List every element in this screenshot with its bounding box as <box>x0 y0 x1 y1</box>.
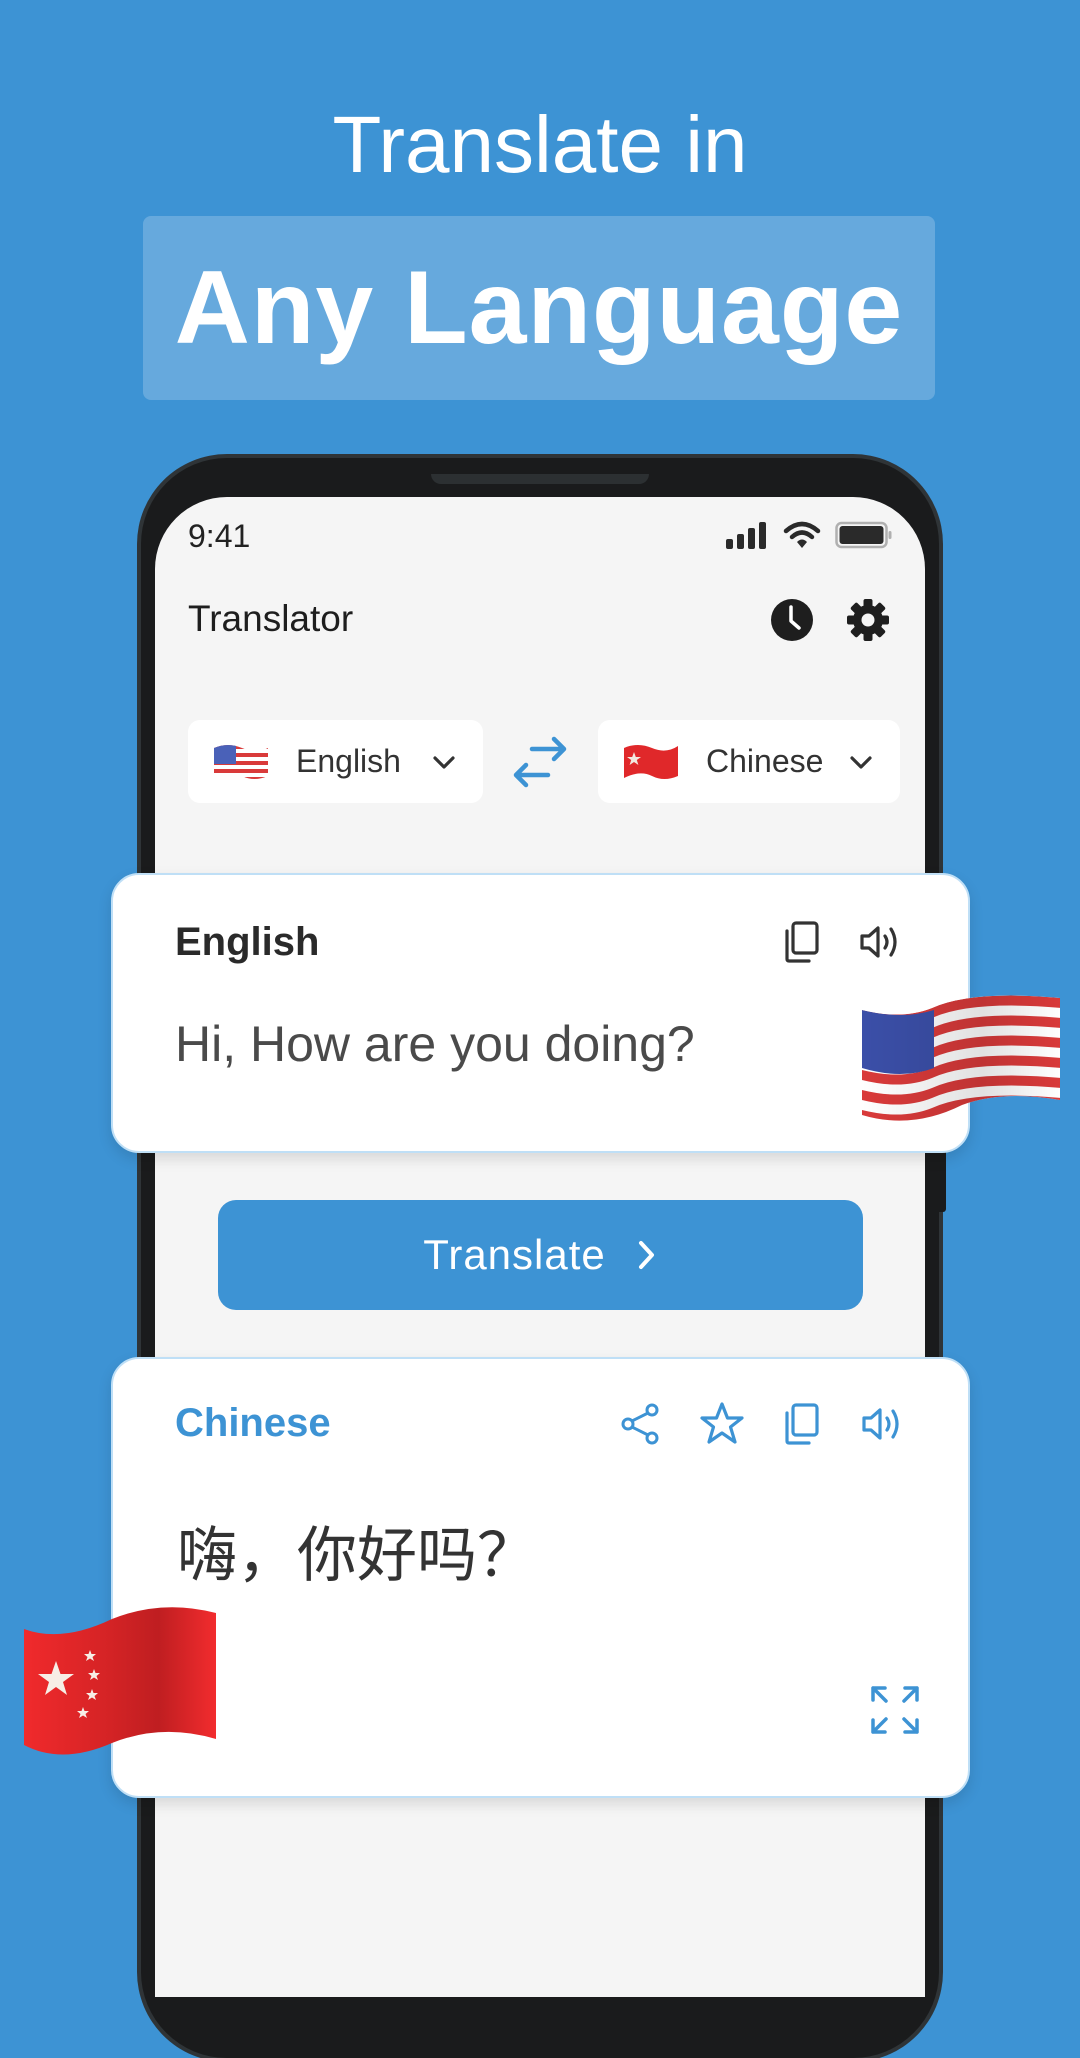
source-text-input[interactable]: Hi, How are you doing? <box>175 1015 695 1073</box>
target-language-dropdown[interactable]: Chinese <box>598 720 900 803</box>
speaker-icon[interactable] <box>859 1401 905 1447</box>
source-language-dropdown[interactable]: English <box>188 720 483 803</box>
result-card-language: Chinese <box>175 1401 331 1445</box>
china-flag-icon <box>624 744 678 779</box>
chevron-right-icon <box>638 1241 654 1269</box>
wifi-icon <box>783 521 821 548</box>
copy-icon[interactable] <box>779 1401 825 1447</box>
translate-button-label: Translate <box>423 1231 606 1278</box>
result-text-card: Chinese 嗨，你好吗？ <box>111 1357 970 1798</box>
chevron-down-icon <box>850 755 872 769</box>
swap-arrows-icon[interactable] <box>510 735 570 789</box>
source-card-language: English <box>175 920 320 964</box>
promo-headline-emphasis: Any Language <box>174 249 904 366</box>
star-icon[interactable] <box>699 1401 745 1447</box>
translate-button[interactable]: Translate <box>218 1200 863 1310</box>
clock-icon[interactable] <box>769 597 815 643</box>
translated-text: 嗨，你好吗？ <box>177 1521 537 1591</box>
gear-icon[interactable] <box>845 597 891 643</box>
us-flag-icon <box>214 744 268 779</box>
status-icons <box>725 520 893 550</box>
promo-headline: Translate in <box>332 100 748 189</box>
battery-icon <box>835 521 892 549</box>
expand-icon[interactable] <box>869 1684 921 1736</box>
speaker-icon[interactable] <box>857 919 903 965</box>
status-time: 9:41 <box>188 518 251 554</box>
signal-icon <box>726 522 766 549</box>
app-title: Translator <box>188 598 354 639</box>
source-text-card: English Hi, How are you doing? <box>111 873 970 1153</box>
chevron-down-icon <box>433 755 455 769</box>
phone-side-button <box>938 1150 946 1212</box>
phone-speaker-notch <box>431 474 649 484</box>
china-flag-decoration <box>24 1607 216 1755</box>
share-icon[interactable] <box>618 1401 664 1447</box>
source-language-label: English <box>296 743 401 779</box>
promo-highlight-box: Any Language <box>143 216 935 400</box>
us-flag-decoration <box>862 995 1060 1121</box>
target-language-label: Chinese <box>706 743 824 779</box>
copy-icon[interactable] <box>779 919 825 965</box>
